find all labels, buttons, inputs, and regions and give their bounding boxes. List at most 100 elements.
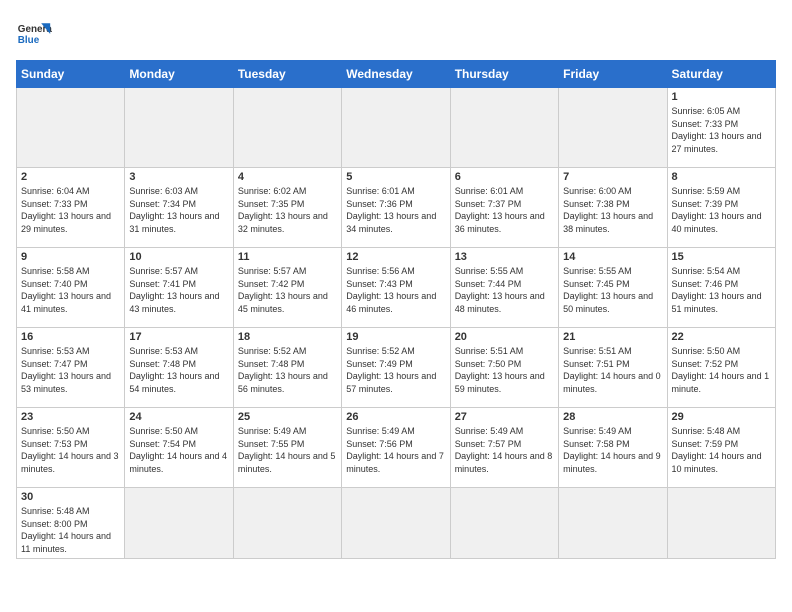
day-number: 1 — [672, 91, 771, 103]
calendar-cell: 29 Sunrise: 5:48 AM Sunset: 7:59 PM Dayli… — [667, 408, 775, 488]
logo-icon: General Blue — [16, 16, 52, 52]
calendar-cell: 16 Sunrise: 5:53 AM Sunset: 7:47 PM Dayli… — [17, 328, 125, 408]
calendar-cell: 13 Sunrise: 5:55 AM Sunset: 7:44 PM Dayli… — [450, 248, 558, 328]
weekday-header: Wednesday — [342, 61, 450, 88]
day-info: Sunrise: 5:50 AM Sunset: 7:52 PM Dayligh… — [672, 345, 771, 395]
weekday-header: Saturday — [667, 61, 775, 88]
day-number: 13 — [455, 251, 554, 263]
calendar-cell — [233, 88, 341, 168]
calendar-cell: 14 Sunrise: 5:55 AM Sunset: 7:45 PM Dayli… — [559, 248, 667, 328]
day-number: 7 — [563, 171, 662, 183]
calendar-table: SundayMondayTuesdayWednesdayThursdayFrid… — [16, 60, 776, 559]
calendar-cell — [450, 488, 558, 559]
day-info: Sunrise: 6:03 AM Sunset: 7:34 PM Dayligh… — [129, 185, 228, 235]
calendar-cell: 25 Sunrise: 5:49 AM Sunset: 7:55 PM Dayli… — [233, 408, 341, 488]
day-info: Sunrise: 5:54 AM Sunset: 7:46 PM Dayligh… — [672, 265, 771, 315]
weekday-header: Tuesday — [233, 61, 341, 88]
calendar-row: 2 Sunrise: 6:04 AM Sunset: 7:33 PM Daylig… — [17, 168, 776, 248]
day-number: 17 — [129, 331, 228, 343]
calendar-cell — [17, 88, 125, 168]
day-number: 9 — [21, 251, 120, 263]
calendar-cell — [342, 88, 450, 168]
weekday-header: Thursday — [450, 61, 558, 88]
calendar-cell: 3 Sunrise: 6:03 AM Sunset: 7:34 PM Daylig… — [125, 168, 233, 248]
calendar-row: 16 Sunrise: 5:53 AM Sunset: 7:47 PM Dayli… — [17, 328, 776, 408]
calendar-cell: 27 Sunrise: 5:49 AM Sunset: 7:57 PM Dayli… — [450, 408, 558, 488]
day-info: Sunrise: 5:53 AM Sunset: 7:48 PM Dayligh… — [129, 345, 228, 395]
calendar-cell: 5 Sunrise: 6:01 AM Sunset: 7:36 PM Daylig… — [342, 168, 450, 248]
day-number: 20 — [455, 331, 554, 343]
day-info: Sunrise: 5:51 AM Sunset: 7:50 PM Dayligh… — [455, 345, 554, 395]
calendar-cell: 28 Sunrise: 5:49 AM Sunset: 7:58 PM Dayli… — [559, 408, 667, 488]
calendar-cell — [125, 88, 233, 168]
day-info: Sunrise: 5:50 AM Sunset: 7:53 PM Dayligh… — [21, 425, 120, 475]
day-info: Sunrise: 5:56 AM Sunset: 7:43 PM Dayligh… — [346, 265, 445, 315]
day-number: 24 — [129, 411, 228, 423]
day-number: 23 — [21, 411, 120, 423]
calendar-cell — [450, 88, 558, 168]
day-info: Sunrise: 5:58 AM Sunset: 7:40 PM Dayligh… — [21, 265, 120, 315]
day-number: 16 — [21, 331, 120, 343]
day-info: Sunrise: 5:48 AM Sunset: 8:00 PM Dayligh… — [21, 505, 120, 555]
calendar-cell: 24 Sunrise: 5:50 AM Sunset: 7:54 PM Dayli… — [125, 408, 233, 488]
day-number: 25 — [238, 411, 337, 423]
calendar-cell: 30Sunrise: 5:48 AM Sunset: 8:00 PM Dayli… — [17, 488, 125, 559]
day-number: 26 — [346, 411, 445, 423]
day-number: 8 — [672, 171, 771, 183]
day-number: 29 — [672, 411, 771, 423]
day-number: 28 — [563, 411, 662, 423]
page-header: General Blue — [16, 16, 776, 52]
day-info: Sunrise: 5:53 AM Sunset: 7:47 PM Dayligh… — [21, 345, 120, 395]
calendar-cell: 23 Sunrise: 5:50 AM Sunset: 7:53 PM Dayli… — [17, 408, 125, 488]
calendar-row: 1Sunrise: 6:05 AM Sunset: 7:33 PM Daylig… — [17, 88, 776, 168]
day-info: Sunrise: 5:49 AM Sunset: 7:55 PM Dayligh… — [238, 425, 337, 475]
calendar-cell: 2 Sunrise: 6:04 AM Sunset: 7:33 PM Daylig… — [17, 168, 125, 248]
day-info: Sunrise: 6:02 AM Sunset: 7:35 PM Dayligh… — [238, 185, 337, 235]
weekday-header: Monday — [125, 61, 233, 88]
logo: General Blue — [16, 16, 52, 52]
day-info: Sunrise: 5:57 AM Sunset: 7:41 PM Dayligh… — [129, 265, 228, 315]
calendar-row: 9 Sunrise: 5:58 AM Sunset: 7:40 PM Daylig… — [17, 248, 776, 328]
day-info: Sunrise: 5:50 AM Sunset: 7:54 PM Dayligh… — [129, 425, 228, 475]
calendar-cell: 8 Sunrise: 5:59 AM Sunset: 7:39 PM Daylig… — [667, 168, 775, 248]
calendar-row: 30Sunrise: 5:48 AM Sunset: 8:00 PM Dayli… — [17, 488, 776, 559]
calendar-cell: 21Sunrise: 5:51 AM Sunset: 7:51 PM Dayli… — [559, 328, 667, 408]
day-info: Sunrise: 5:55 AM Sunset: 7:45 PM Dayligh… — [563, 265, 662, 315]
day-number: 12 — [346, 251, 445, 263]
calendar-cell: 11Sunrise: 5:57 AM Sunset: 7:42 PM Dayli… — [233, 248, 341, 328]
weekday-header-row: SundayMondayTuesdayWednesdayThursdayFrid… — [17, 61, 776, 88]
calendar-cell: 20 Sunrise: 5:51 AM Sunset: 7:50 PM Dayli… — [450, 328, 558, 408]
day-info: Sunrise: 5:49 AM Sunset: 7:58 PM Dayligh… — [563, 425, 662, 475]
day-number: 19 — [346, 331, 445, 343]
day-info: Sunrise: 6:00 AM Sunset: 7:38 PM Dayligh… — [563, 185, 662, 235]
day-number: 2 — [21, 171, 120, 183]
day-info: Sunrise: 6:04 AM Sunset: 7:33 PM Dayligh… — [21, 185, 120, 235]
day-number: 5 — [346, 171, 445, 183]
calendar-cell — [559, 88, 667, 168]
day-number: 14 — [563, 251, 662, 263]
calendar-cell: 18 Sunrise: 5:52 AM Sunset: 7:48 PM Dayli… — [233, 328, 341, 408]
day-info: Sunrise: 5:55 AM Sunset: 7:44 PM Dayligh… — [455, 265, 554, 315]
calendar-cell: 4Sunrise: 6:02 AM Sunset: 7:35 PM Daylig… — [233, 168, 341, 248]
calendar-cell: 19 Sunrise: 5:52 AM Sunset: 7:49 PM Dayli… — [342, 328, 450, 408]
calendar-cell: 10Sunrise: 5:57 AM Sunset: 7:41 PM Dayli… — [125, 248, 233, 328]
calendar-cell: 12 Sunrise: 5:56 AM Sunset: 7:43 PM Dayli… — [342, 248, 450, 328]
day-number: 18 — [238, 331, 337, 343]
day-info: Sunrise: 6:01 AM Sunset: 7:37 PM Dayligh… — [455, 185, 554, 235]
calendar-cell: 22Sunrise: 5:50 AM Sunset: 7:52 PM Dayli… — [667, 328, 775, 408]
day-number: 11 — [238, 251, 337, 263]
day-info: Sunrise: 5:52 AM Sunset: 7:48 PM Dayligh… — [238, 345, 337, 395]
day-number: 21 — [563, 331, 662, 343]
day-info: Sunrise: 5:52 AM Sunset: 7:49 PM Dayligh… — [346, 345, 445, 395]
calendar-cell — [125, 488, 233, 559]
calendar-row: 23 Sunrise: 5:50 AM Sunset: 7:53 PM Dayli… — [17, 408, 776, 488]
day-number: 15 — [672, 251, 771, 263]
day-number: 27 — [455, 411, 554, 423]
calendar-cell — [559, 488, 667, 559]
day-info: Sunrise: 5:49 AM Sunset: 7:57 PM Dayligh… — [455, 425, 554, 475]
weekday-header: Sunday — [17, 61, 125, 88]
day-info: Sunrise: 5:59 AM Sunset: 7:39 PM Dayligh… — [672, 185, 771, 235]
day-info: Sunrise: 5:48 AM Sunset: 7:59 PM Dayligh… — [672, 425, 771, 475]
day-number: 3 — [129, 171, 228, 183]
day-info: Sunrise: 6:01 AM Sunset: 7:36 PM Dayligh… — [346, 185, 445, 235]
